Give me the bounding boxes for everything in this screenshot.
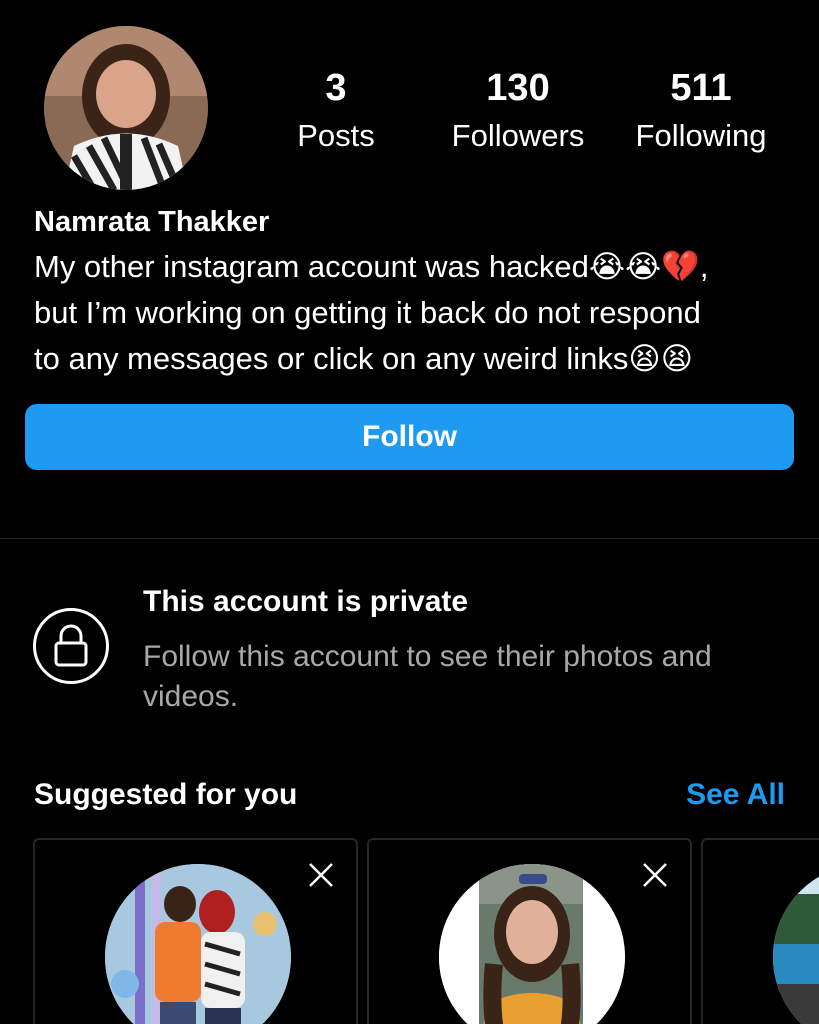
see-all-link[interactable]: See All xyxy=(686,775,785,815)
bio-line: My other instagram account was hacked😭😭💔… xyxy=(34,249,709,284)
private-account-title: This account is private xyxy=(143,585,469,618)
couple-photo-icon[interactable] xyxy=(105,864,291,1024)
profile-photo-icon xyxy=(44,26,208,190)
posts-count: 3 xyxy=(325,67,347,109)
section-divider xyxy=(0,538,819,539)
followers-label: Followers xyxy=(451,118,585,153)
profile-avatar[interactable] xyxy=(44,26,208,190)
followers-count: 130 xyxy=(486,67,550,109)
lock-icon xyxy=(33,608,109,684)
suggested-card[interactable] xyxy=(701,838,819,1024)
follow-button[interactable]: Follow xyxy=(25,404,794,470)
close-icon[interactable] xyxy=(640,860,670,890)
pool-photo-icon[interactable] xyxy=(773,864,819,1024)
bio-line: but I’m working on getting it back do no… xyxy=(34,295,701,330)
following-stat[interactable]: 511 Following xyxy=(624,64,778,156)
followers-stat[interactable]: 130 Followers xyxy=(440,64,596,156)
following-label: Following xyxy=(635,118,767,153)
woman-photo-icon[interactable] xyxy=(439,864,625,1024)
close-icon[interactable] xyxy=(306,860,336,890)
profile-bio: My other instagram account was hacked😭😭💔… xyxy=(34,244,804,382)
private-account-description: Follow this account to see their photos … xyxy=(143,640,712,713)
profile-name: Namrata Thakker xyxy=(34,206,270,238)
posts-label: Posts xyxy=(297,118,375,153)
posts-stat[interactable]: 3 Posts xyxy=(286,64,386,156)
following-count: 511 xyxy=(670,67,732,109)
suggested-card[interactable] xyxy=(33,838,358,1024)
bio-line: to any messages or click on any weird li… xyxy=(34,341,694,376)
suggested-card[interactable] xyxy=(367,838,692,1024)
suggested-title: Suggested for you xyxy=(34,778,298,811)
